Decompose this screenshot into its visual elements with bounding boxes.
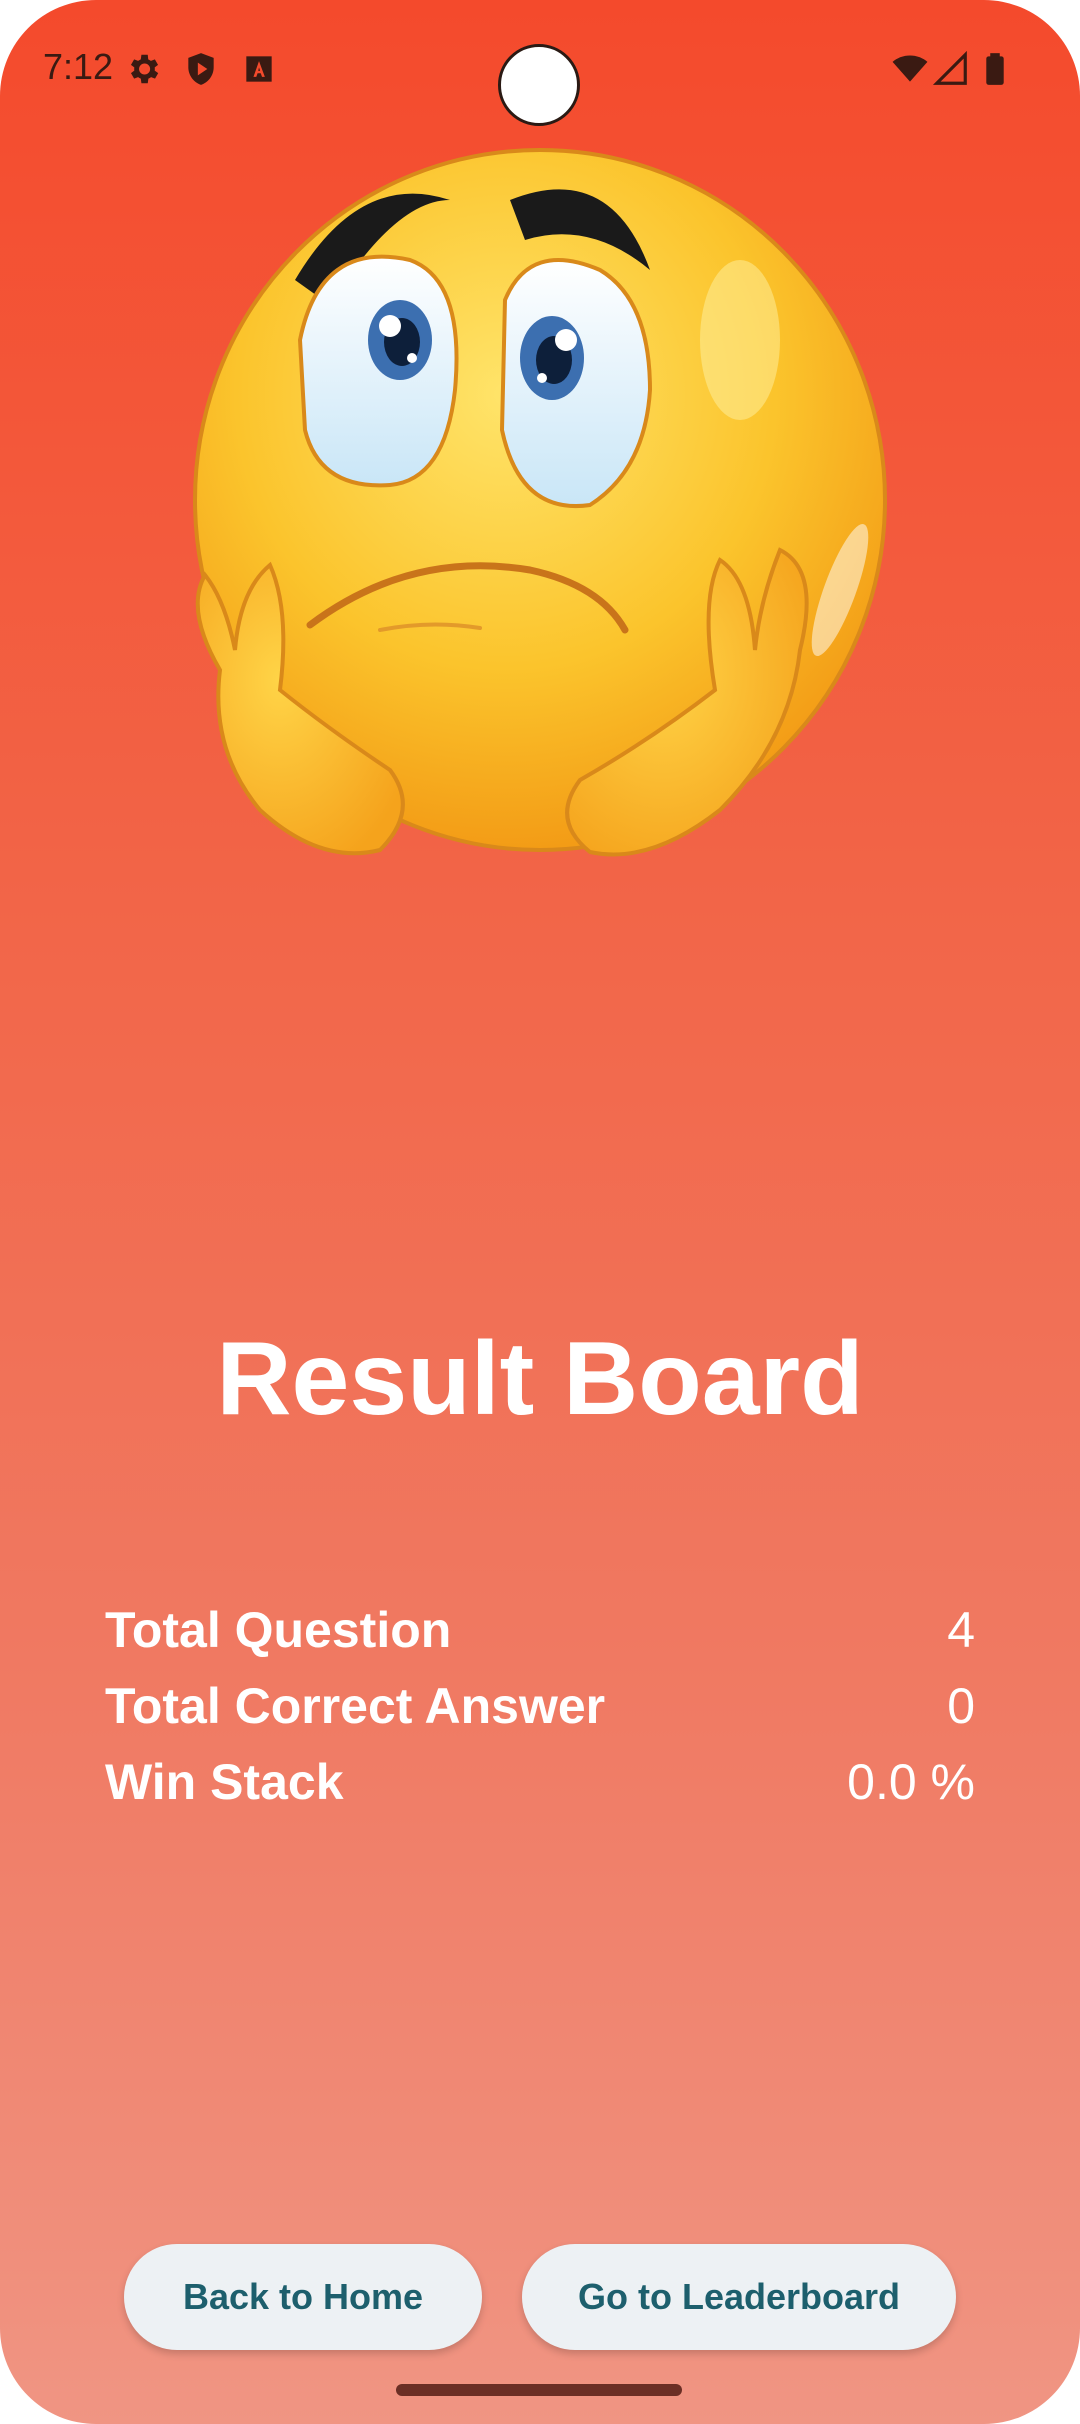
gear-icon xyxy=(130,54,159,84)
stat-total-correct: Total Correct Answer 0 xyxy=(105,1668,975,1744)
result-screen: 7:12 Result Board Total Question 4 Total… xyxy=(0,0,1080,2424)
gesture-home-indicator[interactable] xyxy=(396,2384,682,2396)
stat-win-stack: Win Stack 0.0 % xyxy=(105,1744,975,1820)
stat-value: 0.0 % xyxy=(847,1754,975,1810)
sad-emoji-icon xyxy=(193,148,887,857)
page-title: Result Board xyxy=(216,1321,864,1437)
status-bar: 7:12 xyxy=(0,0,1080,140)
stat-label: Win Stack xyxy=(105,1754,344,1810)
result-stats: Total Question 4 Total Correct Answer 0 … xyxy=(105,1592,975,1820)
back-to-home-button[interactable]: Back to Home xyxy=(124,2244,482,2350)
battery-icon xyxy=(986,53,1004,85)
wifi-icon xyxy=(892,55,928,82)
go-to-leaderboard-button[interactable]: Go to Leaderboard xyxy=(522,2244,956,2350)
stat-value: 0 xyxy=(947,1678,975,1734)
front-camera xyxy=(498,44,580,126)
stat-label: Total Correct Answer xyxy=(105,1678,606,1734)
font-a-icon xyxy=(246,56,272,82)
stat-value: 4 xyxy=(947,1602,975,1658)
status-time: 7:12 xyxy=(43,46,114,87)
stat-total-question: Total Question 4 xyxy=(105,1592,975,1668)
stat-label: Total Question xyxy=(105,1602,452,1658)
signal-icon xyxy=(932,50,967,85)
shield-play-icon xyxy=(188,53,214,85)
